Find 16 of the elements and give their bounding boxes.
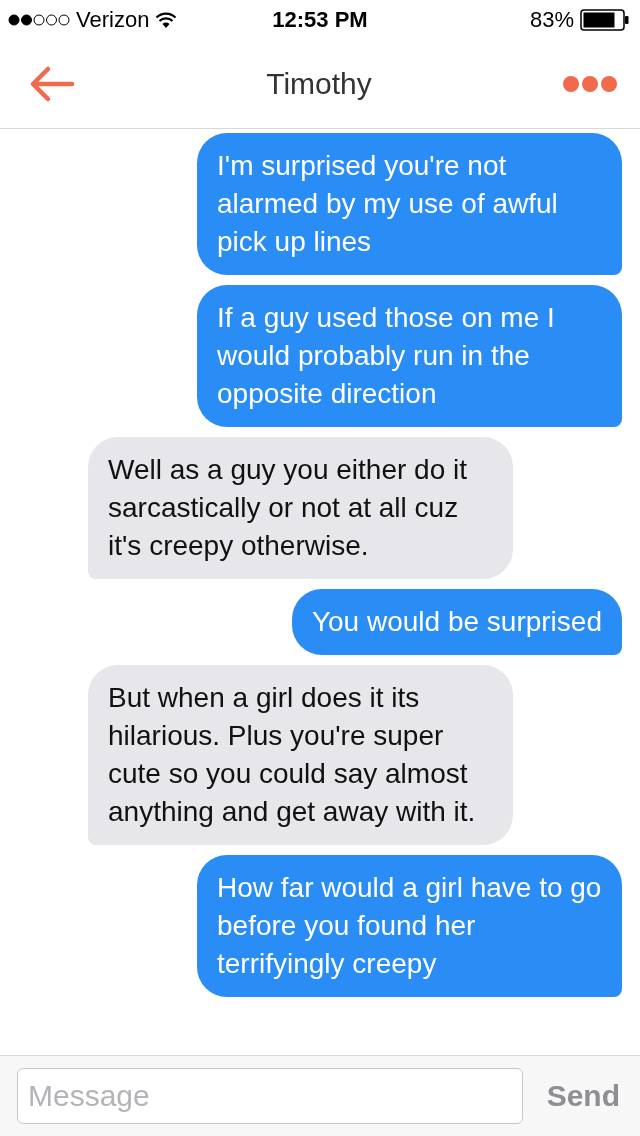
signal-icon: [8, 14, 70, 26]
battery-percent: 83%: [529, 7, 574, 33]
clock-time: 12:53 PM: [272, 7, 368, 33]
contact-name: Timothy: [266, 67, 372, 101]
message-bubble: How far would a girl have to go before you found her terrifyingly creepy: [197, 855, 622, 997]
message-bubble: Well as a guy you either do it sarcastically or not at all cuz it's creepy otherwise.: [88, 437, 513, 579]
more-icon[interactable]: [562, 75, 618, 93]
message-input[interactable]: Message: [17, 1068, 523, 1124]
message-bubble: But when a girl does it its hilarious. Plus you're super cute so you could say almost anything and get away with it.: [88, 665, 513, 845]
message-bubble: If a guy used those on me I would probably run in the opposite direction: [197, 285, 622, 427]
message-bubble: I'm surprised you're not alarmed by my use of awful pick up lines: [197, 133, 622, 275]
battery-icon: [580, 9, 630, 31]
carrier-name: Verizon: [76, 7, 150, 33]
back-arrow-icon[interactable]: [28, 64, 76, 104]
wifi-icon: [155, 12, 178, 28]
message-bubble: You would be surprised: [291, 589, 622, 655]
